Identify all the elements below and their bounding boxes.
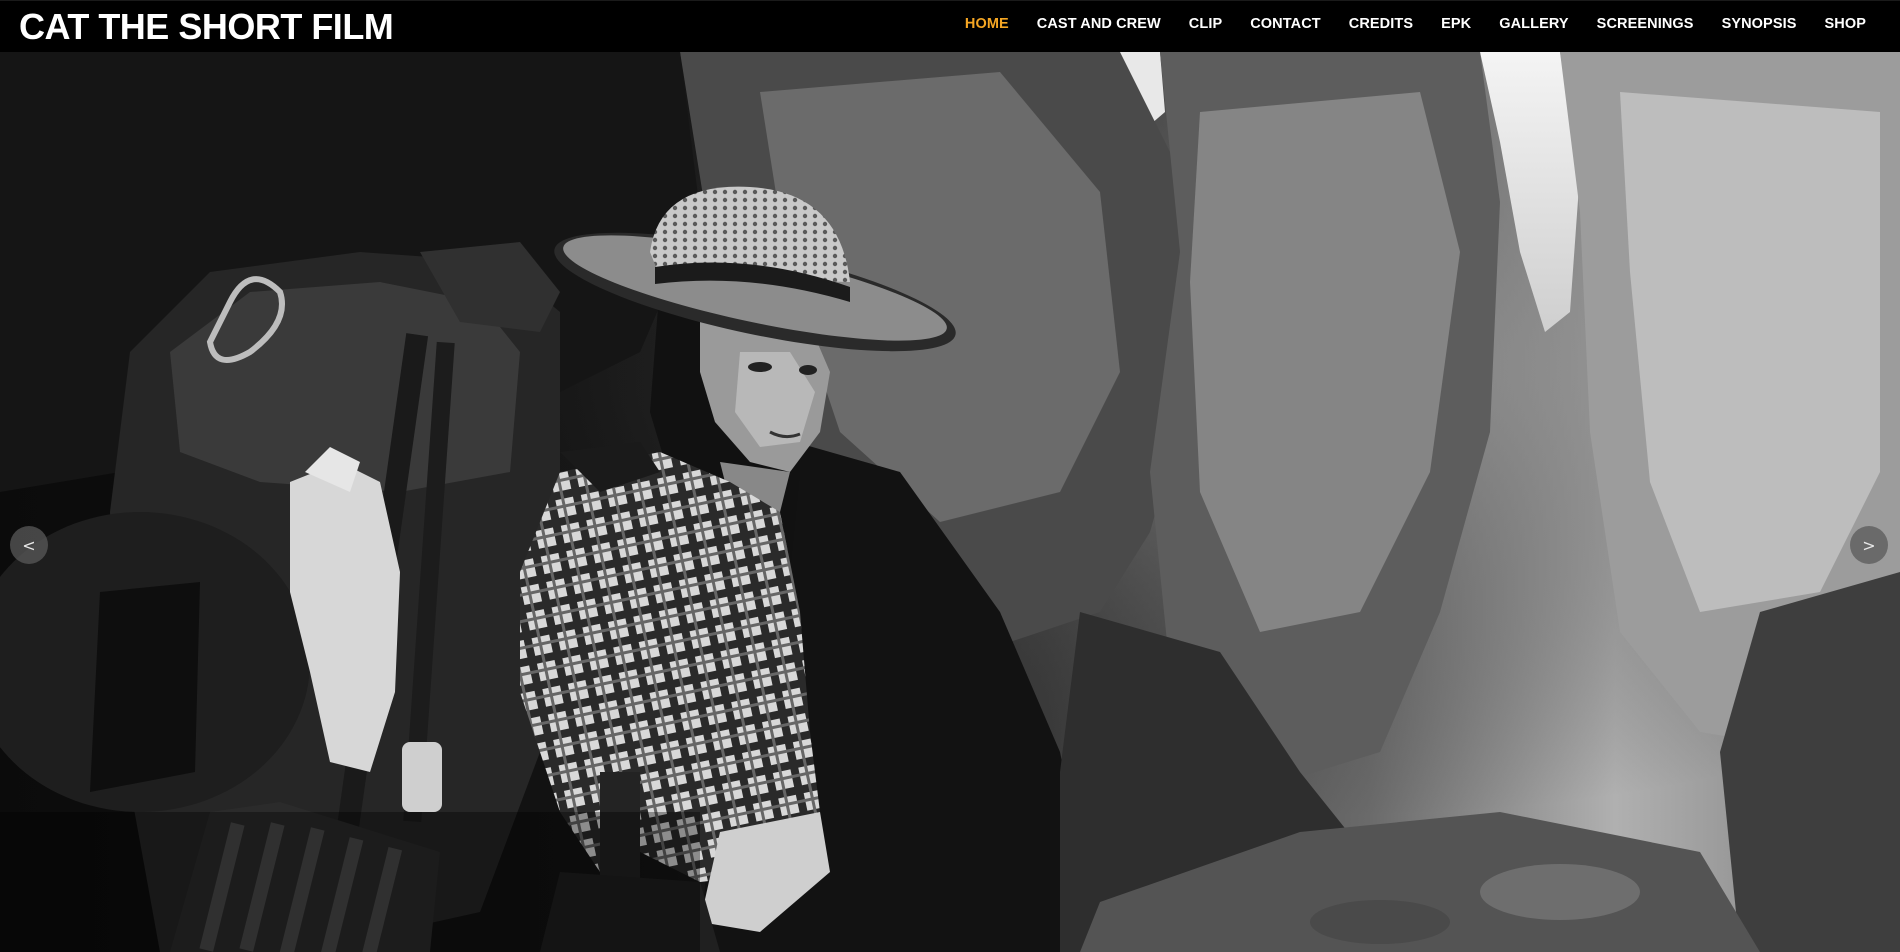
nav-item-cast-and-crew[interactable]: CAST AND CREW <box>1023 16 1175 32</box>
slider-prev-button[interactable]: < <box>10 526 48 564</box>
nav-item-home[interactable]: HOME <box>951 16 1023 32</box>
nav-item-shop[interactable]: SHOP <box>1811 16 1867 32</box>
nav-item-synopsis[interactable]: SYNOPSIS <box>1708 16 1811 32</box>
chevron-right-icon: > <box>1862 535 1876 555</box>
site-title[interactable]: CAT THE SHORT FILM <box>19 6 394 48</box>
slider-next-button[interactable]: > <box>1850 526 1888 564</box>
chevron-left-icon: < <box>22 535 36 555</box>
nav-item-credits[interactable]: CREDITS <box>1335 16 1427 32</box>
nav-item-screenings[interactable]: SCREENINGS <box>1583 16 1708 32</box>
hero-slider: < > <box>0 52 1900 952</box>
hero-photo <box>0 52 1900 952</box>
main-nav: HOME CAST AND CREW CLIP CONTACT CREDITS … <box>951 1 1866 47</box>
nav-item-clip[interactable]: CLIP <box>1175 16 1236 32</box>
site-header: CAT THE SHORT FILM HOME CAST AND CREW CL… <box>0 0 1900 52</box>
nav-item-contact[interactable]: CONTACT <box>1236 16 1335 32</box>
nav-item-epk[interactable]: EPK <box>1427 16 1485 32</box>
nav-item-gallery[interactable]: GALLERY <box>1485 16 1582 32</box>
